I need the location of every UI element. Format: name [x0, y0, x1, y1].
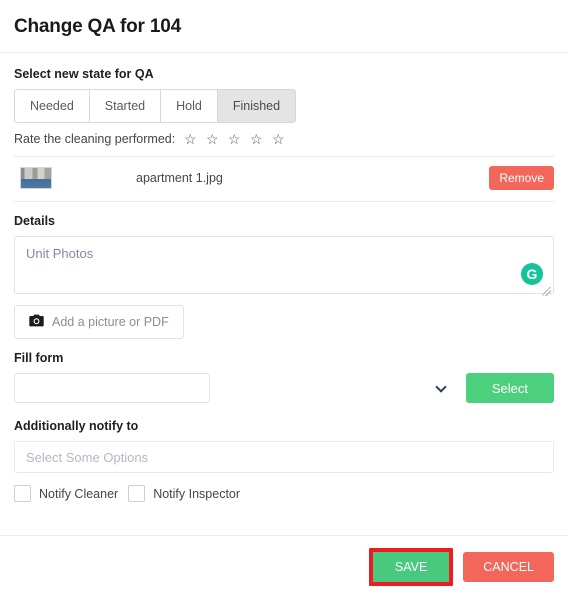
change-qa-modal: Change QA for 104 Select new state for Q…	[0, 0, 568, 600]
page-title: Change QA for 104	[14, 16, 181, 37]
notify-cleaner-checkbox[interactable]	[14, 485, 31, 502]
fill-form-section: Fill form Select	[14, 351, 554, 403]
fill-form-label: Fill form	[14, 351, 64, 365]
fill-form-select[interactable]	[14, 373, 210, 403]
add-picture-label: Add a picture or PDF	[52, 315, 169, 329]
notify-multiselect-input[interactable]	[14, 441, 554, 473]
fill-form-select-wrapper	[14, 373, 456, 403]
photo-thumbnail-icon[interactable]	[20, 167, 52, 189]
remove-attachment-button[interactable]: Remove	[489, 166, 554, 190]
rating-stars: ☆ ☆ ☆ ☆ ☆	[179, 132, 289, 146]
camera-icon	[29, 314, 44, 330]
attachment-filename: apartment 1.jpg	[136, 171, 223, 185]
state-button-finished[interactable]: Finished	[216, 89, 297, 123]
modal-header: Change QA for 104	[0, 0, 568, 53]
attachment-row: apartment 1.jpg Remove	[14, 157, 554, 202]
details-section: Details G Add a picture or PDF	[14, 214, 554, 339]
rating-label: Rate the cleaning performed:	[14, 132, 176, 146]
star-icon-2[interactable]: ☆	[201, 132, 223, 146]
save-button-highlight: SAVE	[368, 548, 454, 586]
state-button-started[interactable]: Started	[88, 89, 161, 123]
rating-row: Rate the cleaning performed: ☆ ☆ ☆ ☆ ☆	[14, 132, 554, 157]
notify-label: Additionally notify to	[14, 419, 139, 433]
save-button[interactable]: SAVE	[372, 552, 450, 582]
star-icon-4[interactable]: ☆	[245, 132, 267, 146]
details-label: Details	[14, 214, 55, 228]
fill-form-row: Select	[14, 373, 554, 403]
notify-cleaner-label: Notify Cleaner	[39, 486, 119, 501]
star-icon-1[interactable]: ☆	[179, 132, 201, 146]
chevron-down-icon	[435, 381, 447, 393]
star-icon-5[interactable]: ☆	[267, 132, 289, 146]
state-button-hold[interactable]: Hold	[160, 89, 217, 123]
notify-section: Additionally notify to Notify Cleaner No…	[14, 419, 554, 502]
modal-footer: SAVE CANCEL	[0, 535, 568, 600]
state-section-label: Select new state for QA	[14, 67, 154, 81]
notify-inspector-checkbox[interactable]	[128, 485, 146, 502]
details-textarea-wrapper: G	[14, 236, 554, 299]
grammarly-icon[interactable]: G	[521, 263, 543, 285]
notify-checkbox-row: Notify Cleaner Notify Inspector	[14, 485, 554, 502]
star-icon-3[interactable]: ☆	[223, 132, 245, 146]
details-textarea[interactable]	[14, 236, 554, 294]
state-button-needed[interactable]: Needed	[14, 89, 89, 123]
modal-body: Select new state for QA Needed Started H…	[0, 53, 568, 502]
notify-inspector-label: Notify Inspector	[153, 486, 241, 501]
cancel-button[interactable]: CANCEL	[463, 552, 554, 582]
add-picture-or-pdf-button[interactable]: Add a picture or PDF	[14, 305, 184, 339]
qa-state-button-group: Needed Started Hold Finished	[14, 89, 554, 123]
select-form-button[interactable]: Select	[465, 373, 554, 403]
